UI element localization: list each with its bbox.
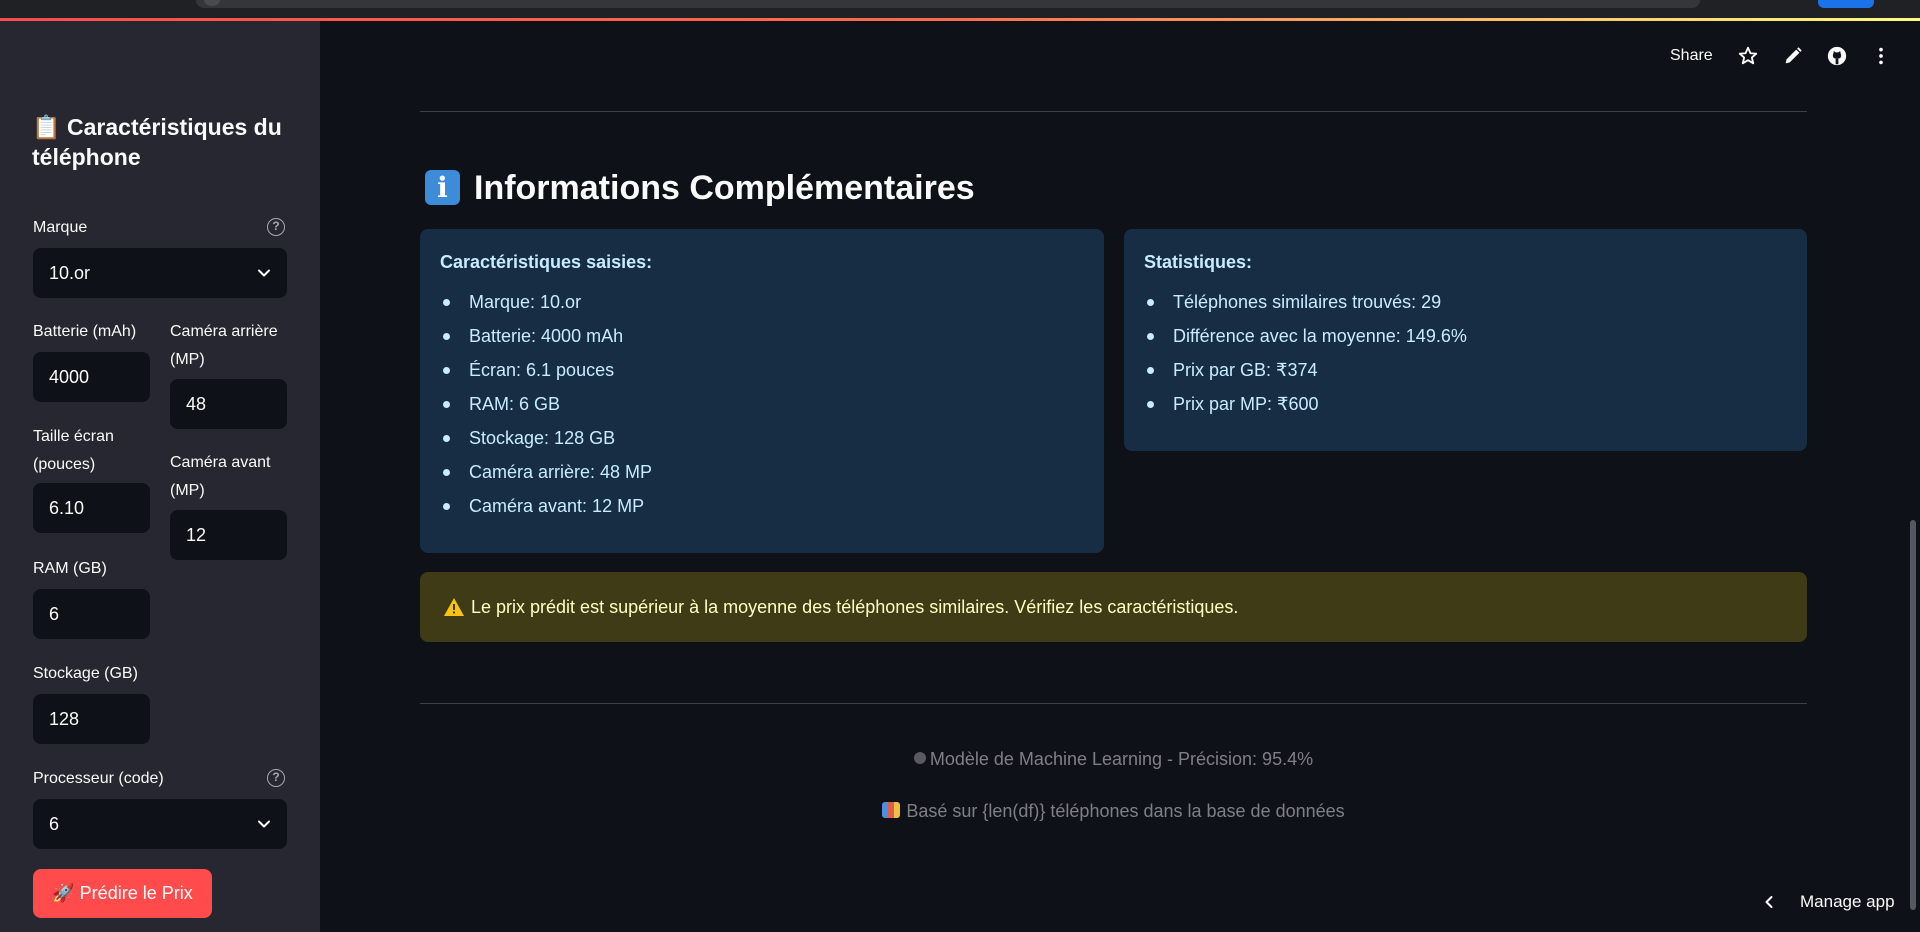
processor-label: Processeur (code) <box>33 770 164 787</box>
divider <box>420 111 1807 112</box>
list-item: RAM: 6 GB <box>440 387 652 421</box>
footer-database-text: Basé sur {len(df)} téléphones dans la ba… <box>420 798 1807 824</box>
card-title: Caractéristiques saisies: <box>440 252 653 272</box>
pencil-icon[interactable] <box>1782 45 1804 67</box>
star-icon[interactable] <box>1737 45 1759 67</box>
section-heading-text: Informations Complémentaires <box>474 169 975 207</box>
robot-icon <box>913 752 926 765</box>
storage-input[interactable]: 128 <box>33 694 150 744</box>
screen-size-label: Taille écran (pouces) <box>33 428 114 473</box>
storage-label: Stockage (GB) <box>33 665 138 682</box>
entered-features-list: Marque: 10.or Batterie: 4000 mAh Écran: … <box>440 285 652 523</box>
scrollbar[interactable] <box>1910 520 1916 910</box>
brand-select-value: 10.or <box>49 263 91 283</box>
rear-camera-input[interactable]: 48 <box>170 379 287 429</box>
list-item: Caméra arrière: 48 MP <box>440 455 652 489</box>
footer-database-label: Basé sur {len(df)} téléphones dans la ba… <box>906 801 1345 821</box>
warning-text: Le prix prédit est supérieur à la moyenn… <box>471 597 1239 617</box>
manage-app-label: Manage app <box>1800 892 1895 911</box>
help-icon[interactable]: ? <box>267 769 285 787</box>
divider <box>420 703 1807 704</box>
bar-chart-icon <box>882 802 901 819</box>
list-item: Prix par MP: ₹600 <box>1144 387 1467 421</box>
list-item: Prix par GB: ₹374 <box>1144 353 1467 387</box>
ram-input[interactable]: 6 <box>33 589 150 639</box>
chevron-down-icon <box>258 269 270 277</box>
help-icon[interactable]: ? <box>267 218 285 236</box>
card-title: Statistiques: <box>1144 252 1253 272</box>
ram-label: RAM (GB) <box>33 560 107 577</box>
sidebar-title: 📋 Caractéristiques du téléphone <box>32 112 292 172</box>
list-item: Batterie: 4000 mAh <box>440 319 652 353</box>
list-item: Écran: 6.1 pouces <box>440 353 652 387</box>
entered-features-card: Caractéristiques saisies: Marque: 10.or … <box>420 229 1104 553</box>
chevron-down-icon <box>258 820 270 828</box>
list-item: Téléphones similaires trouvés: 29 <box>1144 285 1467 319</box>
predict-price-button[interactable]: 🚀 Prédire le Prix <box>33 869 212 918</box>
info-icon: i <box>425 169 460 205</box>
section-heading: i Informations Complémentaires <box>425 166 975 210</box>
brand-label: Marque <box>33 219 88 236</box>
battery-input[interactable]: 4000 <box>33 352 150 402</box>
list-item: Différence avec la moyenne: 149.6% <box>1144 319 1467 353</box>
clipboard-icon: 📋 <box>32 114 61 140</box>
list-item: Caméra avant: 12 MP <box>440 489 652 523</box>
statistics-list: Téléphones similaires trouvés: 29 Différ… <box>1144 285 1467 421</box>
share-button[interactable]: Share <box>1670 44 1713 68</box>
screen-size-input[interactable]: 6.10 <box>33 483 150 533</box>
profile-chip[interactable] <box>1818 0 1874 8</box>
github-icon[interactable] <box>1826 45 1848 67</box>
warning-icon <box>444 598 464 616</box>
address-bar[interactable] <box>196 0 1700 8</box>
sidebar-title-text: Caractéristiques du téléphone <box>32 114 282 170</box>
warning-alert: Le prix prédit est supérieur à la moyenn… <box>420 572 1807 642</box>
list-item: Stockage: 128 GB <box>440 421 652 455</box>
front-camera-label: Caméra avant (MP) <box>170 454 271 499</box>
browser-top-bar <box>0 0 1920 18</box>
list-item: Marque: 10.or <box>440 285 652 319</box>
chevron-left-icon <box>1765 896 1773 908</box>
more-vertical-icon[interactable] <box>1870 45 1892 67</box>
processor-select[interactable]: 6 <box>33 799 287 849</box>
statistics-card: Statistiques: Téléphones similaires trou… <box>1124 229 1807 451</box>
brand-select[interactable]: 10.or <box>33 248 287 298</box>
processor-select-value: 6 <box>49 814 60 834</box>
rear-camera-label: Caméra arrière (MP) <box>170 323 278 368</box>
battery-label: Batterie (mAh) <box>33 323 137 340</box>
footer-model-text: Modèle de Machine Learning - Précision: … <box>420 746 1807 772</box>
footer-model-label: Modèle de Machine Learning - Précision: … <box>929 749 1314 769</box>
front-camera-input[interactable]: 12 <box>170 510 287 560</box>
